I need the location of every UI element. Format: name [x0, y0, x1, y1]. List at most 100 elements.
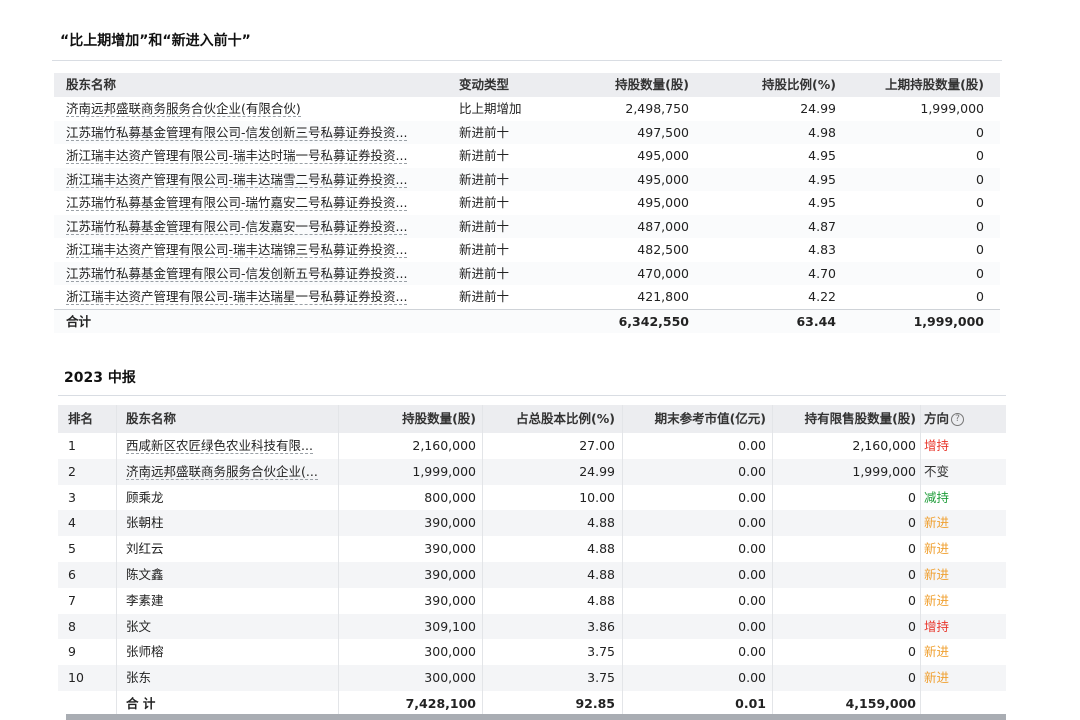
holding-qty: 390,000 — [424, 566, 476, 582]
market-value: 0.00 — [738, 592, 766, 608]
table-row: 浙江瑞丰达资产管理有限公司-瑞丰达时瑞一号私募证券投资... 新进前十 495,00… — [54, 144, 1000, 168]
shareholder-link[interactable]: 济南远邦盛联商务服务合伙企业(... — [126, 463, 318, 480]
total-label: 合计 — [66, 313, 92, 329]
shareholder-name: 李素建 — [126, 592, 164, 608]
share-ratio: 24.99 — [579, 463, 615, 479]
scrollbar[interactable] — [66, 714, 1006, 720]
total-restricted-qty: 4,159,000 — [845, 695, 916, 711]
change-type: 新进前十 — [459, 124, 510, 140]
holding-pct: 24.99 — [800, 101, 836, 116]
direction-badge: 新进 — [924, 592, 950, 608]
direction-badge: 新进 — [924, 644, 950, 660]
holding-qty: 421,800 — [637, 289, 689, 304]
holding-pct: 4.95 — [808, 171, 836, 187]
header-pct: 持股比例(%) — [762, 77, 836, 92]
section-title-report: 2023 中报 — [64, 370, 136, 386]
direction-badge: 新进 — [924, 541, 950, 557]
shareholder-name-cell: 江苏瑞竹私募基金管理有限公司-信发嘉安一号私募证券投资... — [66, 215, 446, 239]
column-divider — [920, 405, 921, 717]
prev-holding-qty: 0 — [976, 171, 984, 187]
table-row: 10 张东 300,000 3.75 0.00 0 新进 — [58, 665, 1006, 691]
section-title-changes: “比上期增加”和“新进入前十” — [60, 33, 251, 49]
top10-table: 排名 股东名称 持股数量(股) 占总股本比例(%) 期末参考市值(亿元) 持有限… — [58, 405, 1006, 717]
restricted-qty: 0 — [908, 566, 916, 582]
prev-holding-qty: 1,999,000 — [920, 101, 984, 116]
direction-badge: 减持 — [924, 489, 950, 505]
market-value: 0.00 — [738, 515, 766, 531]
share-ratio: 3.75 — [587, 644, 615, 660]
direction-badge: 不变 — [924, 463, 950, 479]
shareholder-name-cell: 李素建 — [126, 588, 336, 614]
holding-pct: 4.95 — [808, 195, 836, 210]
shareholder-link[interactable]: 浙江瑞丰达资产管理有限公司-瑞丰达瑞星一号私募证券投资... — [66, 289, 408, 305]
shareholder-name: 刘红云 — [126, 541, 164, 557]
shareholder-name-cell: 陈文鑫 — [126, 562, 336, 588]
share-ratio: 27.00 — [579, 438, 615, 453]
change-type: 新进前十 — [459, 289, 510, 304]
shareholder-link[interactable]: 江苏瑞竹私募基金管理有限公司-信发创新五号私募证券投资... — [66, 265, 408, 282]
change-type: 新进前十 — [459, 195, 510, 210]
direction-badge: 新进 — [924, 566, 950, 582]
change-type: 新进前十 — [459, 265, 510, 281]
shareholder-link[interactable]: 西咸新区农匠绿色农业科技有限... — [126, 438, 313, 454]
table-row: 浙江瑞丰达资产管理有限公司-瑞丰达瑞锦三号私募证券投资... 新进前十 482,50… — [54, 238, 1000, 262]
shareholder-name-cell: 张师榕 — [126, 639, 336, 665]
holding-qty: 495,000 — [637, 195, 689, 210]
shareholder-name-cell: 刘红云 — [126, 536, 336, 562]
market-value: 0.00 — [738, 618, 766, 634]
restricted-qty: 2,160,000 — [852, 438, 916, 453]
table-row: 江苏瑞竹私募基金管理有限公司-信发创新三号私募证券投资... 新进前十 497,50… — [54, 120, 1000, 145]
header-market-value: 期末参考市值(亿元) — [654, 411, 766, 426]
shareholder-link[interactable]: 江苏瑞竹私募基金管理有限公司-瑞竹嘉安二号私募证券投资... — [66, 195, 408, 211]
help-icon[interactable]: ? — [951, 413, 965, 426]
direction-badge: 新进 — [924, 670, 950, 686]
shareholder-link[interactable]: 浙江瑞丰达资产管理有限公司-瑞丰达瑞锦三号私募证券投资... — [66, 242, 408, 258]
header-qty: 持股数量(股) — [402, 411, 476, 426]
column-divider — [338, 405, 339, 717]
header-ratio: 占总股本比例(%) — [516, 411, 615, 426]
shareholder-name-cell: 张东 — [126, 665, 336, 691]
change-type: 比上期增加 — [459, 101, 522, 116]
direction-badge: 增持 — [924, 438, 950, 453]
header-rank: 排名 — [68, 411, 94, 426]
holding-qty: 487,000 — [637, 218, 689, 234]
prev-holding-qty: 0 — [976, 289, 984, 304]
total-label: 合 计 — [126, 695, 156, 711]
table-row: 5 刘红云 390,000 4.88 0.00 0 新进 — [58, 536, 1006, 562]
direction-badge: 增持 — [924, 618, 950, 634]
table-row: 9 张师榕 300,000 3.75 0.00 0 新进 — [58, 639, 1006, 665]
table-header: 排名 股东名称 持股数量(股) 占总股本比例(%) 期末参考市值(亿元) 持有限… — [58, 405, 1006, 433]
shareholder-link[interactable]: 济南远邦盛联商务服务合伙企业(有限合伙) — [66, 101, 301, 117]
restricted-qty: 0 — [908, 644, 916, 660]
holding-qty: 2,160,000 — [412, 438, 476, 453]
table-row: 2 济南远邦盛联商务服务合伙企业(... 1,999,000 24.99 0.00 1,9… — [58, 458, 1006, 485]
holding-pct: 4.98 — [808, 124, 836, 140]
holding-qty: 2,498,750 — [625, 101, 689, 116]
shareholder-name-cell: 江苏瑞竹私募基金管理有限公司-瑞竹嘉安二号私募证券投资... — [66, 191, 446, 215]
rank: 10 — [68, 670, 84, 686]
holding-qty: 1,999,000 — [412, 463, 476, 479]
share-ratio: 4.88 — [587, 592, 615, 608]
header-qty: 持股数量(股) — [615, 77, 689, 92]
divider — [58, 395, 1006, 396]
change-type: 新进前十 — [459, 171, 510, 187]
shareholder-link[interactable]: 浙江瑞丰达资产管理有限公司-瑞丰达时瑞一号私募证券投资... — [66, 148, 408, 164]
shareholder-link[interactable]: 江苏瑞竹私募基金管理有限公司-信发创新三号私募证券投资... — [66, 124, 408, 141]
header-name: 股东名称 — [126, 411, 177, 426]
share-ratio: 3.86 — [587, 618, 615, 634]
rank: 6 — [68, 566, 76, 582]
market-value: 0.00 — [738, 566, 766, 582]
shareholder-link[interactable]: 江苏瑞竹私募基金管理有限公司-信发嘉安一号私募证券投资... — [66, 218, 408, 235]
holding-pct: 4.83 — [808, 242, 836, 257]
holding-qty: 390,000 — [424, 592, 476, 608]
shareholder-name-cell: 济南远邦盛联商务服务合伙企业(... — [126, 459, 336, 485]
shareholder-link[interactable]: 浙江瑞丰达资产管理有限公司-瑞丰达瑞雪二号私募证券投资... — [66, 171, 408, 188]
holding-qty: 800,000 — [424, 489, 476, 505]
holding-qty: 497,500 — [637, 124, 689, 140]
table-row: 江苏瑞竹私募基金管理有限公司-信发创新五号私募证券投资... 新进前十 470,00… — [54, 261, 1000, 285]
holding-qty: 390,000 — [424, 541, 476, 557]
shareholder-name-cell: 江苏瑞竹私募基金管理有限公司-信发创新三号私募证券投资... — [66, 121, 446, 145]
table-row: 3 顾乘龙 800,000 10.00 0.00 0 减持 — [58, 485, 1006, 511]
shareholder-name-cell: 浙江瑞丰达资产管理有限公司-瑞丰达时瑞一号私募证券投资... — [66, 144, 446, 168]
market-value: 0.00 — [738, 644, 766, 660]
